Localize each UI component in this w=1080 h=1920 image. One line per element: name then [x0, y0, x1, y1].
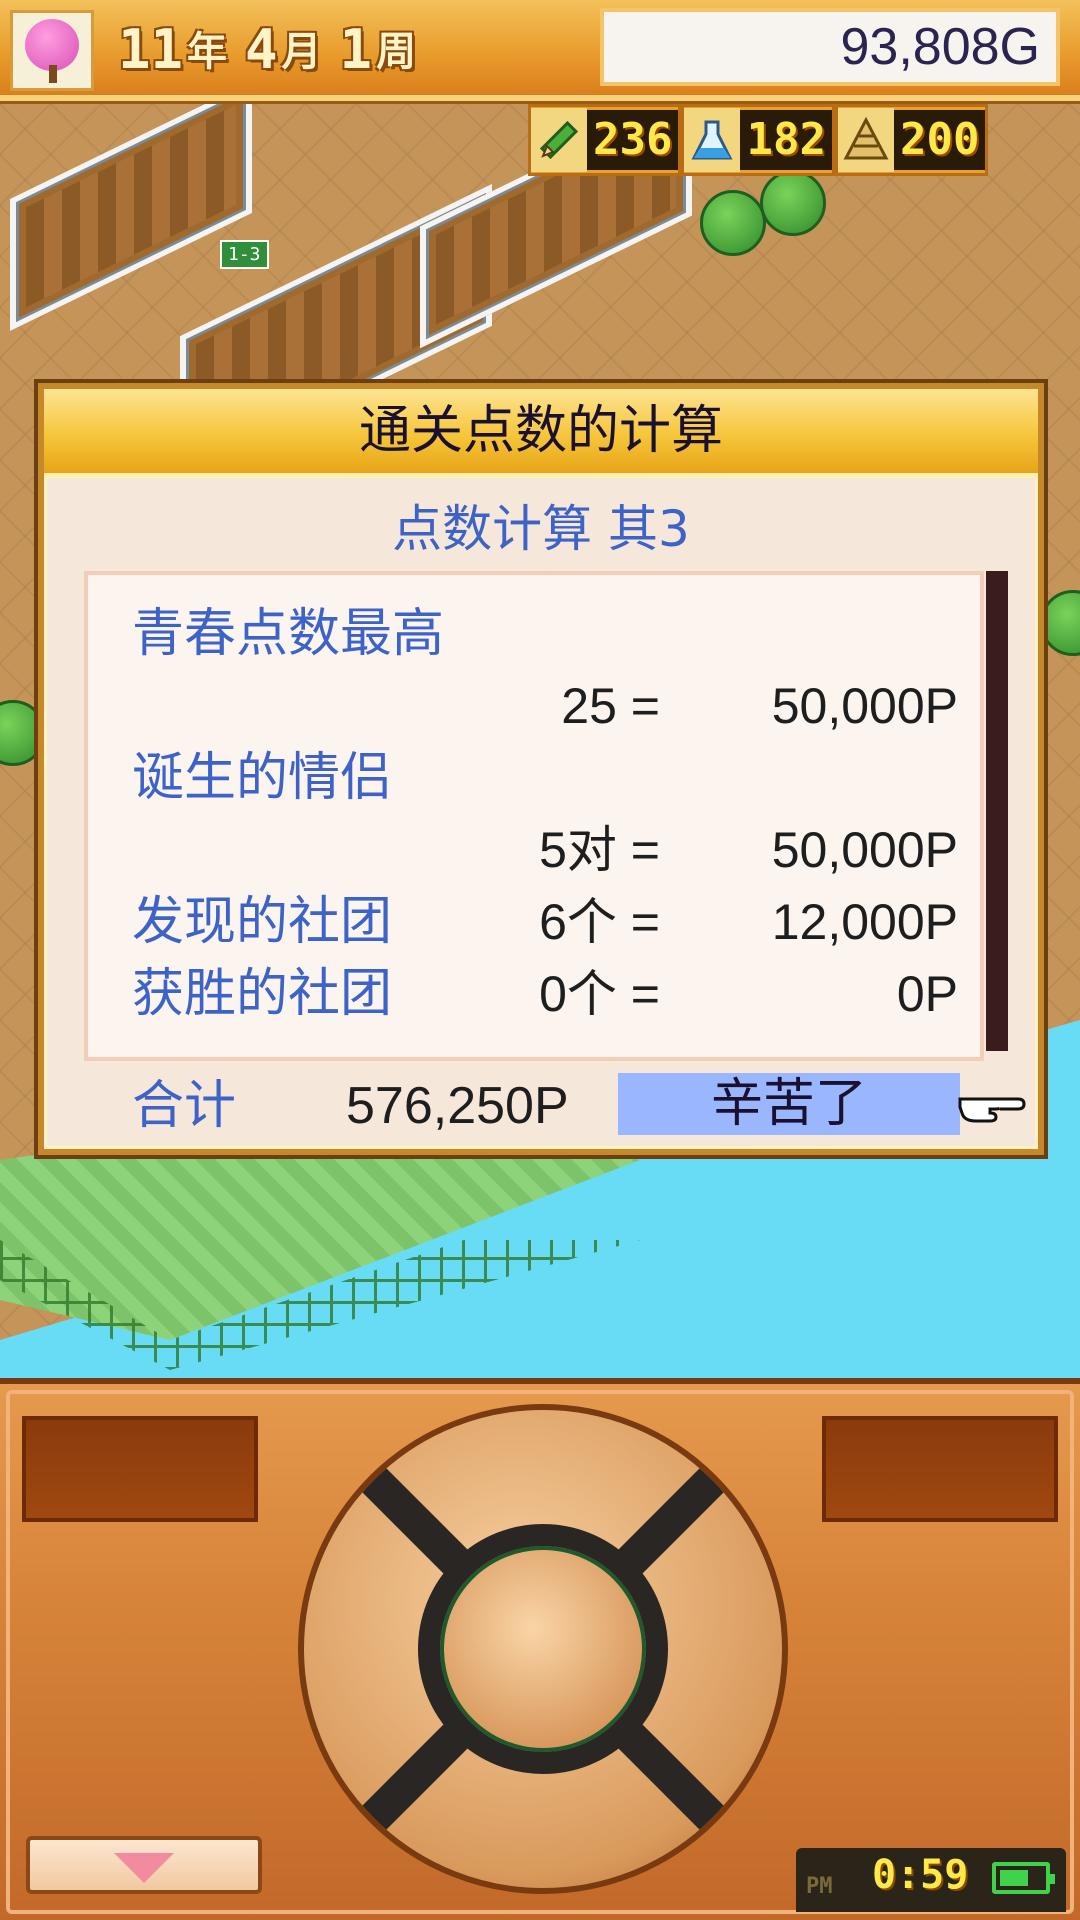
clock-time: 0:59: [872, 1852, 969, 1898]
pointing-hand-icon: [956, 1081, 1028, 1129]
status-bar: 11 年 4 月 1 周 93,808G: [0, 0, 1080, 101]
left-slot-button[interactable]: [22, 1416, 258, 1522]
score-row: 25 = 50,000P: [88, 671, 980, 741]
row-label: 发现的社团: [132, 892, 393, 952]
score-row: 青春点数最高: [88, 599, 980, 669]
blossom-tree-icon: [25, 19, 79, 71]
tree-trunk: [49, 65, 57, 83]
dpad-center-button[interactable]: [418, 1524, 668, 1774]
pyramid-value: 200: [893, 110, 986, 170]
game-date: 11 年 4 月 1 周: [118, 16, 430, 80]
tree-icon: [1040, 590, 1080, 656]
total-value: 576,250P: [346, 1077, 569, 1135]
month-unit: 月: [281, 29, 322, 75]
school-emblem-icon[interactable]: [10, 10, 94, 91]
year-unit: 年: [187, 29, 228, 75]
score-row: 5对 = 50,000P: [88, 815, 980, 885]
row-points: 50,000P: [771, 678, 958, 734]
row-count: 0个 =: [539, 966, 660, 1022]
flask-value: 182: [740, 110, 832, 170]
week-unit: 周: [376, 29, 417, 75]
dialog-title: 通关点数的计算: [44, 389, 1038, 478]
pencil-icon: [531, 108, 587, 172]
scrollbar[interactable]: [986, 571, 1008, 1051]
row-points: 0P: [896, 966, 958, 1022]
directional-pad[interactable]: [298, 1404, 788, 1894]
score-row: 诞生的情侣: [88, 743, 980, 813]
triangle-down-icon: [114, 1853, 174, 1883]
tree-icon: [760, 170, 826, 236]
battery-icon: [992, 1862, 1055, 1894]
score-row: 获胜的社团 0个 = 0P: [88, 959, 980, 1029]
score-list[interactable]: 青春点数最高 25 = 50,000P 诞生的情侣 5对 = 50,000P 发…: [84, 571, 984, 1061]
score-dialog: 通关点数的计算 点数计算 其3 青春点数最高 25 = 50,000P 诞生的情…: [38, 383, 1044, 1155]
money-display: 93,808G: [600, 8, 1060, 86]
classroom-sign: 1-3: [220, 240, 269, 269]
resource-pyramid: 200: [834, 104, 989, 176]
year-number: 11: [118, 18, 184, 81]
row-points: 12,000P: [771, 894, 958, 950]
row-label: 获胜的社团: [132, 964, 393, 1024]
resource-bar: 236 182 200: [528, 104, 989, 176]
resource-pencil: 236: [528, 104, 682, 176]
ampm-label: PM: [806, 1874, 833, 1899]
pyramid-icon: [837, 108, 894, 172]
month-number: 4: [245, 18, 278, 81]
tree-icon: [700, 190, 766, 256]
classroom: [10, 80, 252, 332]
total-label: 合计: [132, 1076, 237, 1136]
flask-icon: [684, 108, 741, 172]
confirm-button[interactable]: 辛苦了: [618, 1073, 960, 1135]
row-count: 25 =: [561, 678, 660, 734]
score-row: 发现的社团 6个 = 12,000P: [88, 887, 980, 957]
row-count: 6个 =: [539, 894, 660, 950]
row-label: 诞生的情侣: [132, 748, 393, 808]
clock-display: PM 0:59: [796, 1848, 1066, 1912]
control-pad: PM 0:59: [0, 1378, 1080, 1920]
week-number: 1: [339, 18, 373, 81]
dialog-subtitle: 点数计算 其3: [392, 500, 690, 558]
row-points: 50,000P: [771, 822, 958, 878]
menu-toggle-button[interactable]: [26, 1836, 262, 1894]
pencil-value: 236: [587, 110, 679, 170]
row-label: 青春点数最高: [132, 604, 445, 664]
resource-flask: 182: [681, 104, 835, 176]
row-count: 5对 =: [539, 822, 660, 878]
right-slot-button[interactable]: [822, 1416, 1058, 1522]
